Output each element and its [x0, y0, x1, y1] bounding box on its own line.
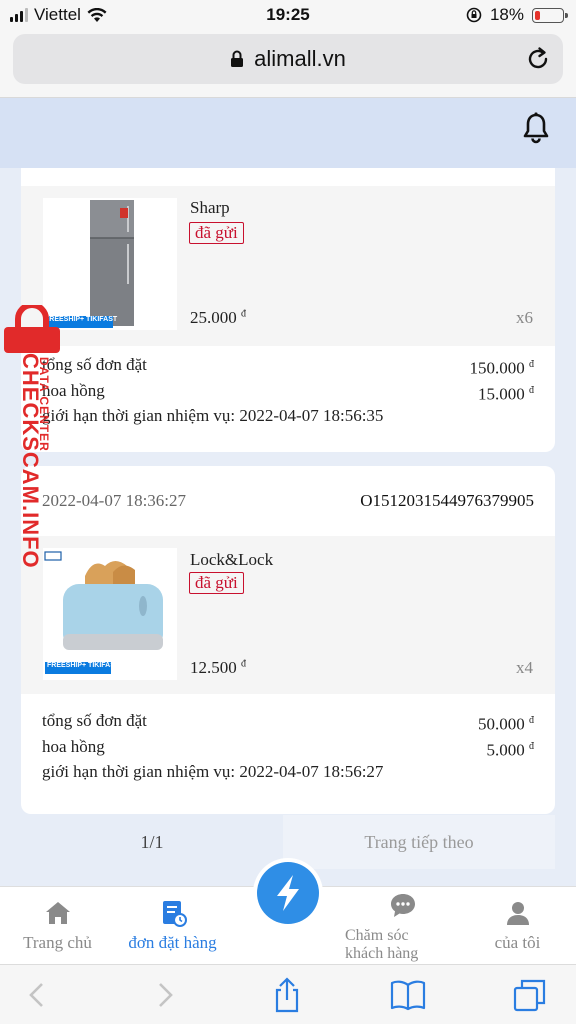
total-row: tổng số đơn đặt 50.000 đ: [42, 710, 534, 736]
currency-symbol: đ: [529, 384, 534, 396]
watermark: CHECKSCAM.INFO DATA CENTER: [0, 305, 60, 595]
tab-label: Trang chủ: [23, 933, 92, 952]
orientation-lock-icon: [466, 7, 482, 23]
commission-row: hoa hồng 5.000 đ: [42, 736, 534, 762]
chat-icon: [390, 894, 415, 917]
quick-action-button[interactable]: [253, 858, 323, 928]
total-amount: 150.000: [469, 358, 525, 378]
total-row: tổng số đơn đặt 150.000 đ: [42, 354, 534, 380]
total-amount: 50.000: [478, 714, 525, 734]
home-icon: [45, 902, 70, 924]
tabs-icon[interactable]: [512, 977, 548, 1013]
bookmarks-icon[interactable]: [390, 977, 426, 1013]
battery-level: [535, 10, 540, 20]
tab-label: Chăm sóc khách hàng: [345, 927, 419, 962]
product-quantity: x4: [516, 658, 533, 677]
tab-customer-care[interactable]: Chăm sóc khách hàng: [345, 887, 460, 965]
product-brand: Lock&Lock: [190, 550, 274, 569]
product-price: 25.000 đ: [190, 308, 246, 328]
orders-icon: [162, 901, 187, 927]
toaster-illustration: [43, 548, 177, 680]
commission-value: 5.000 đ: [487, 736, 535, 762]
total-label: tổng số đơn đặt: [42, 711, 147, 730]
thumb-badge: FREESHIP+ TIKIFAST: [47, 662, 120, 669]
tab-home[interactable]: Trang chủ: [0, 887, 115, 965]
lock-icon: [231, 50, 244, 67]
share-icon[interactable]: [269, 977, 305, 1013]
product-image-toaster[interactable]: FREESHIP+ TIKIFAST: [43, 548, 177, 680]
product-brand: Sharp: [190, 198, 230, 217]
total-value: 50.000 đ: [478, 710, 534, 736]
product-quantity: x6: [516, 308, 533, 327]
battery-group: 18%: [466, 5, 568, 25]
order-card: 2022-04-07 18:36:27 O1512031544976379905…: [21, 466, 555, 814]
url-text: alimall.vn: [254, 46, 346, 71]
status-badge: đã gửi: [189, 572, 244, 594]
battery-icon: [532, 7, 568, 23]
commission-amount: 15.000: [478, 384, 525, 404]
order-item[interactable]: FREESHIP+ TIKIFAST Lock&Lock đã gửi 12.5…: [21, 536, 555, 694]
commission-label: hoa hồng: [42, 736, 105, 756]
order-item[interactable]: FREESHIP+ TIKIFAST Sharp đã gửi 25.000 đ…: [21, 186, 555, 346]
app-header: [0, 98, 576, 168]
lightning-icon: [277, 875, 299, 911]
padlock-watermark-icon: [4, 305, 60, 353]
currency-symbol: đ: [529, 715, 534, 726]
order-code: O1512031544976379905: [360, 491, 534, 510]
deadline-text: giới hạn thời gian nhiệm vụ: 2022-04-07 …: [42, 406, 384, 426]
forward-icon[interactable]: [146, 977, 182, 1013]
order-summary: tổng số đơn đặt 150.000 đ hoa hồng 15.000 …: [21, 346, 555, 439]
status-bar: Viettel 19:25 18%: [0, 0, 576, 30]
user-icon: [506, 902, 529, 925]
reload-icon[interactable]: [525, 46, 551, 72]
commission-row: hoa hồng 15.000 đ: [42, 380, 534, 406]
page-indicator: 1/1: [140, 831, 164, 852]
watermark-sub-text: DATA CENTER: [37, 357, 51, 452]
battery-percent: 18%: [489, 5, 524, 24]
product-price: 12.500 đ: [190, 658, 246, 678]
next-page-button[interactable]: Trang tiếp theo: [283, 815, 555, 869]
deadline-text: giới hạn thời gian nhiệm vụ: 2022-04-07 …: [42, 762, 384, 782]
tab-label: của tôi: [494, 933, 541, 952]
commission-amount: 5.000: [486, 740, 525, 760]
order-card: FREESHIP+ TIKIFAST Sharp đã gửi 25.000 đ…: [21, 168, 555, 452]
currency-symbol: đ: [241, 308, 246, 320]
address-bar[interactable]: alimall.vn: [13, 34, 563, 84]
currency-symbol: đ: [529, 359, 534, 370]
card-top-spacer: [21, 168, 555, 186]
currency-symbol: đ: [241, 658, 246, 670]
fab-circle: [257, 862, 319, 924]
fridge-illustration: [43, 198, 177, 330]
bell-icon[interactable]: [522, 112, 550, 144]
commission-value: 15.000 đ: [478, 380, 534, 406]
tab-profile[interactable]: của tôi: [460, 887, 575, 965]
order-header: 2022-04-07 18:36:27 O1512031544976379905: [21, 466, 555, 536]
total-value: 150.000 đ: [470, 354, 535, 380]
back-icon[interactable]: [20, 977, 56, 1013]
price-value: 25.000: [190, 308, 237, 327]
safari-toolbar: [0, 964, 576, 1024]
order-date: 2022-04-07 18:36:27: [42, 491, 187, 510]
order-summary: tổng số đơn đặt 50.000 đ hoa hồng 5.000 đ …: [21, 694, 555, 795]
browser-address-area: alimall.vn: [0, 30, 576, 98]
tab-orders[interactable]: đơn đặt hàng: [115, 887, 230, 965]
tab-label: đơn đặt hàng: [128, 933, 217, 952]
product-image-fridge[interactable]: FREESHIP+ TIKIFAST: [43, 198, 177, 330]
currency-symbol: đ: [529, 740, 534, 752]
status-badge: đã gửi: [189, 222, 244, 244]
price-value: 12.500: [190, 658, 237, 677]
